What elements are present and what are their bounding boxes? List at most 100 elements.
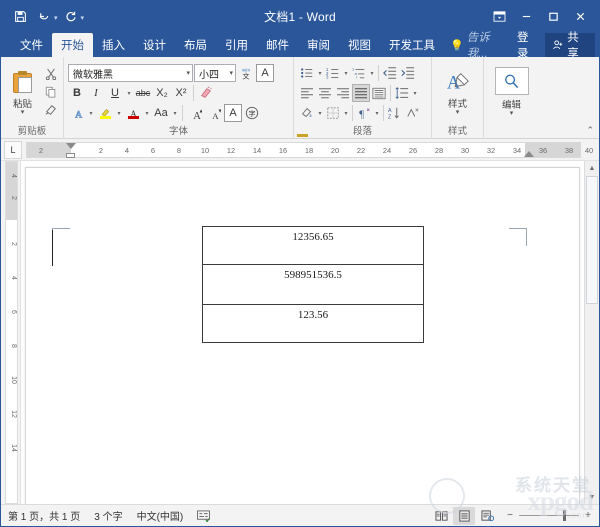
proofing-icon[interactable] — [190, 506, 217, 526]
bullets-icon[interactable] — [298, 64, 316, 82]
show-formatting-marks-icon[interactable]: ¶ — [355, 104, 373, 122]
redo-icon[interactable] — [60, 5, 82, 27]
undo-icon[interactable] — [33, 5, 55, 27]
undo-dropdown-icon[interactable]: ▾ — [54, 14, 58, 22]
increase-indent-icon[interactable] — [399, 64, 417, 82]
document-table[interactable]: 12356.65 598951536.5 123.56 — [202, 226, 424, 343]
save-icon[interactable] — [9, 5, 31, 27]
scrollbar-thumb[interactable] — [586, 176, 598, 304]
vertical-scrollbar[interactable]: ▲ ▼ — [584, 161, 599, 504]
styles-button[interactable]: A 样式 ▾ — [436, 62, 479, 122]
language-indicator[interactable]: 中文(中国) — [130, 506, 191, 526]
paste-dropdown-icon[interactable]: ▾ — [21, 109, 25, 116]
view-read-mode-icon[interactable] — [430, 507, 452, 525]
zoom-in-button[interactable]: + — [583, 510, 593, 521]
ribbon-display-options-icon[interactable] — [486, 4, 512, 28]
vertical-ruler-track[interactable]: 4 2 2 4 6 8 10 12 14 — [5, 161, 18, 504]
paste-button[interactable]: 粘贴 ▾ — [5, 69, 40, 116]
multilevel-list-icon[interactable]: 1ai — [350, 64, 368, 82]
document-page[interactable]: 12356.65 598951536.5 123.56 — [25, 167, 580, 504]
line-spacing-dropdown-icon[interactable]: ▾ — [411, 90, 419, 97]
tab-home[interactable]: 开始 — [52, 33, 93, 57]
borders-dropdown-icon[interactable]: ▾ — [342, 110, 350, 117]
tell-me-search[interactable]: 💡 告诉我... — [444, 32, 509, 60]
font-size-dropdown-icon[interactable]: ▾ — [226, 69, 233, 77]
table-cell[interactable]: 12356.65 — [202, 226, 424, 265]
underline-dropdown-icon[interactable]: ▾ — [125, 90, 133, 97]
sort-icon[interactable]: AZ — [386, 104, 404, 122]
line-spacing-icon[interactable] — [393, 84, 411, 102]
collapse-ribbon-icon[interactable]: ⌃ — [586, 125, 594, 136]
share-button[interactable]: 共享 — [545, 32, 595, 60]
enclose-character-icon[interactable]: 字 — [243, 104, 261, 122]
tab-references[interactable]: 引用 — [216, 33, 257, 57]
font-color-icon[interactable]: A — [124, 104, 142, 122]
decrease-indent-icon[interactable] — [381, 64, 399, 82]
zoom-out-button[interactable]: − — [505, 510, 515, 521]
bold-button[interactable]: B — [68, 84, 86, 102]
view-web-layout-icon[interactable] — [476, 507, 498, 525]
shrink-font-icon[interactable]: A▼ — [205, 104, 223, 122]
tab-insert[interactable]: 插入 — [93, 33, 134, 57]
bullets-dropdown-icon[interactable]: ▾ — [316, 70, 324, 77]
left-indent-marker[interactable] — [66, 152, 75, 158]
tab-review[interactable]: 审阅 — [298, 33, 339, 57]
cut-icon[interactable] — [42, 66, 59, 83]
reveal-formatting-icon[interactable] — [404, 104, 422, 122]
tab-view[interactable]: 视图 — [339, 33, 380, 57]
align-right-icon[interactable] — [334, 84, 352, 102]
sign-in-button[interactable]: 登录 — [509, 32, 545, 60]
tab-file[interactable]: 文件 — [11, 33, 52, 57]
document-canvas[interactable]: 12356.65 598951536.5 123.56 ▲ ▼ — [21, 161, 599, 504]
view-print-layout-icon[interactable] — [453, 506, 475, 525]
superscript-button[interactable]: X² — [172, 84, 190, 102]
table-cell[interactable]: 123.56 — [202, 304, 424, 343]
table-row[interactable]: 598951536.5 — [202, 264, 424, 305]
minimize-icon[interactable] — [513, 4, 539, 28]
font-name-dropdown-icon[interactable]: ▾ — [183, 69, 190, 77]
change-case-button[interactable]: Aa — [152, 104, 170, 122]
distribute-icon[interactable] — [370, 84, 388, 102]
shading-dropdown-icon[interactable]: ▾ — [316, 110, 324, 117]
zoom-slider-knob[interactable] — [563, 510, 566, 521]
scroll-up-icon[interactable]: ▲ — [585, 161, 599, 175]
phonetic-guide-icon[interactable]: wén 文 — [237, 64, 255, 82]
text-highlight-icon[interactable] — [96, 104, 114, 122]
numbering-icon[interactable]: 123 — [324, 64, 342, 82]
character-shading-icon[interactable]: A — [224, 104, 242, 122]
table-row[interactable]: 12356.65 — [202, 226, 424, 265]
shading-icon[interactable] — [297, 104, 316, 137]
tab-mailings[interactable]: 邮件 — [257, 33, 298, 57]
word-count[interactable]: 3 个字 — [87, 506, 129, 526]
change-case-dropdown-icon[interactable]: ▾ — [171, 110, 179, 117]
text-highlight-dropdown-icon[interactable]: ▾ — [115, 110, 123, 117]
editing-button[interactable]: 编辑 ▾ — [489, 62, 535, 122]
copy-icon[interactable] — [42, 84, 59, 101]
italic-button[interactable]: I — [87, 84, 105, 102]
tab-design[interactable]: 设计 — [134, 33, 175, 57]
styles-dropdown-icon[interactable]: ▾ — [456, 109, 460, 116]
editing-dropdown-icon[interactable]: ▾ — [510, 110, 514, 117]
numbering-dropdown-icon[interactable]: ▾ — [342, 70, 350, 77]
close-icon[interactable] — [567, 4, 593, 28]
tab-developer[interactable]: 开发工具 — [380, 33, 444, 57]
maximize-icon[interactable] — [540, 4, 566, 28]
font-size-combo[interactable]: 小四 ▾ — [194, 64, 236, 82]
font-name-combo[interactable]: 微软雅黑 ▾ — [68, 64, 193, 82]
font-color-dropdown-icon[interactable]: ▾ — [143, 110, 151, 117]
scroll-down-icon[interactable]: ▼ — [585, 490, 599, 504]
table-row[interactable]: 123.56 — [202, 304, 424, 343]
subscript-button[interactable]: X₂ — [153, 84, 171, 102]
clear-formatting-icon[interactable] — [197, 84, 215, 102]
align-center-icon[interactable] — [316, 84, 334, 102]
character-border-icon[interactable]: A — [256, 64, 274, 82]
tab-stop-selector[interactable]: L — [4, 140, 22, 159]
customize-qat-icon[interactable]: ▾ — [81, 14, 85, 22]
tab-layout[interactable]: 布局 — [175, 33, 216, 57]
zoom-control[interactable]: − + — [499, 510, 593, 521]
align-left-icon[interactable] — [298, 84, 316, 102]
right-indent-marker[interactable] — [524, 150, 534, 157]
page-indicator[interactable]: 第 1 页，共 1 页 — [1, 506, 87, 526]
borders-icon[interactable] — [324, 104, 342, 122]
underline-button[interactable]: U — [106, 84, 124, 102]
